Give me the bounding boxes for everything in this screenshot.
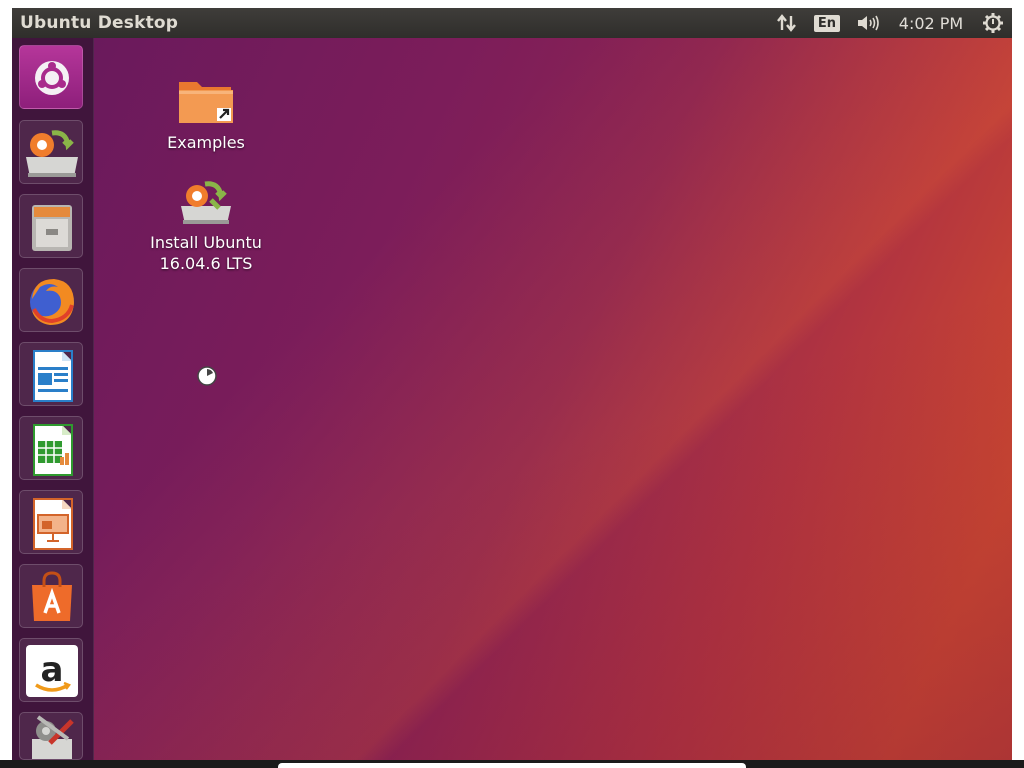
desktop-icon-label-line1: Install Ubuntu [150, 233, 262, 252]
sound-indicator[interactable] [852, 8, 884, 38]
keyboard-layout-indicator[interactable]: En [812, 8, 842, 38]
top-panel: Ubuntu Desktop En 4:02 PM [12, 8, 1012, 38]
desktop-background: Examples Install Ubuntu 16.04.6 LTS [93, 38, 1012, 760]
launcher: a [12, 38, 94, 760]
shopping-bag-icon [32, 571, 72, 621]
writer-document-icon [33, 350, 73, 402]
ubuntu-logo-icon [35, 61, 69, 95]
installer-drive-icon [181, 181, 231, 224]
launcher-amazon[interactable]: a [19, 638, 83, 702]
svg-text:a: a [41, 650, 64, 690]
desktop-icon-label-line2: 16.04.6 LTS [159, 254, 253, 273]
launcher-files[interactable] [19, 194, 83, 258]
file-cabinet-icon [32, 205, 72, 251]
clock-indicator[interactable]: 4:02 PM [894, 8, 968, 38]
impress-presentation-icon [33, 498, 73, 550]
network-arrows-icon [777, 14, 796, 32]
installer-drive-icon [26, 130, 78, 177]
amazon-icon: a [26, 645, 78, 697]
busy-cursor-icon [197, 366, 217, 386]
gear-power-icon [983, 13, 1003, 33]
settings-tools-icon [32, 715, 74, 759]
launcher-ubuntu-software[interactable] [19, 564, 83, 628]
folder-icon [179, 82, 233, 123]
launcher-libreoffice-calc[interactable] [19, 416, 83, 480]
bottom-bar [0, 760, 1024, 768]
session-menu[interactable] [978, 8, 1008, 38]
launcher-system-settings[interactable] [19, 712, 83, 760]
calc-spreadsheet-icon [33, 424, 73, 476]
firefox-icon [30, 279, 74, 325]
launcher-dash-button[interactable] [19, 45, 83, 109]
launcher-firefox[interactable] [19, 268, 83, 332]
network-indicator[interactable] [772, 8, 802, 38]
desktop-icon-examples[interactable]: Examples [141, 74, 271, 153]
launcher-libreoffice-writer[interactable] [19, 342, 83, 406]
desktop-icon-install-ubuntu[interactable]: Install Ubuntu 16.04.6 LTS [141, 174, 271, 274]
language-label: En [813, 14, 841, 32]
ubuntu-desktop-screen: Ubuntu Desktop En 4:02 PM Examples Insta… [12, 8, 1012, 760]
clock-time: 4:02 PM [898, 13, 964, 33]
desktop-icon-label: Examples [167, 133, 245, 152]
bottom-handle [278, 763, 746, 768]
launcher-install-ubuntu[interactable] [19, 120, 83, 184]
window-title: Ubuntu Desktop [20, 13, 179, 33]
speaker-icon [858, 15, 879, 31]
launcher-libreoffice-impress[interactable] [19, 490, 83, 554]
